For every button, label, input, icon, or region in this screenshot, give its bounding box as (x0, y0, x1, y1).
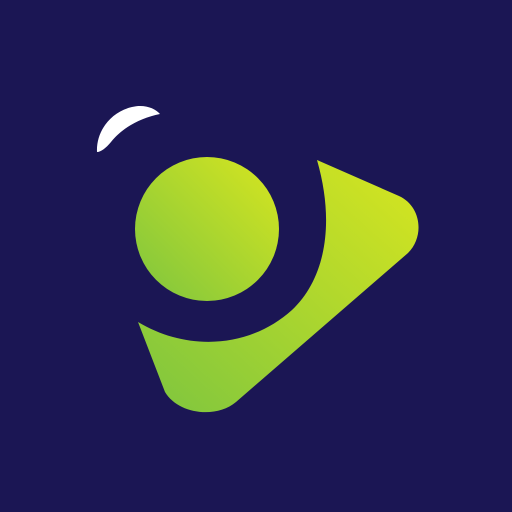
lens-circle-shape (135, 157, 279, 301)
play-button-eye-icon (0, 0, 512, 512)
app-icon-canvas (0, 0, 512, 512)
